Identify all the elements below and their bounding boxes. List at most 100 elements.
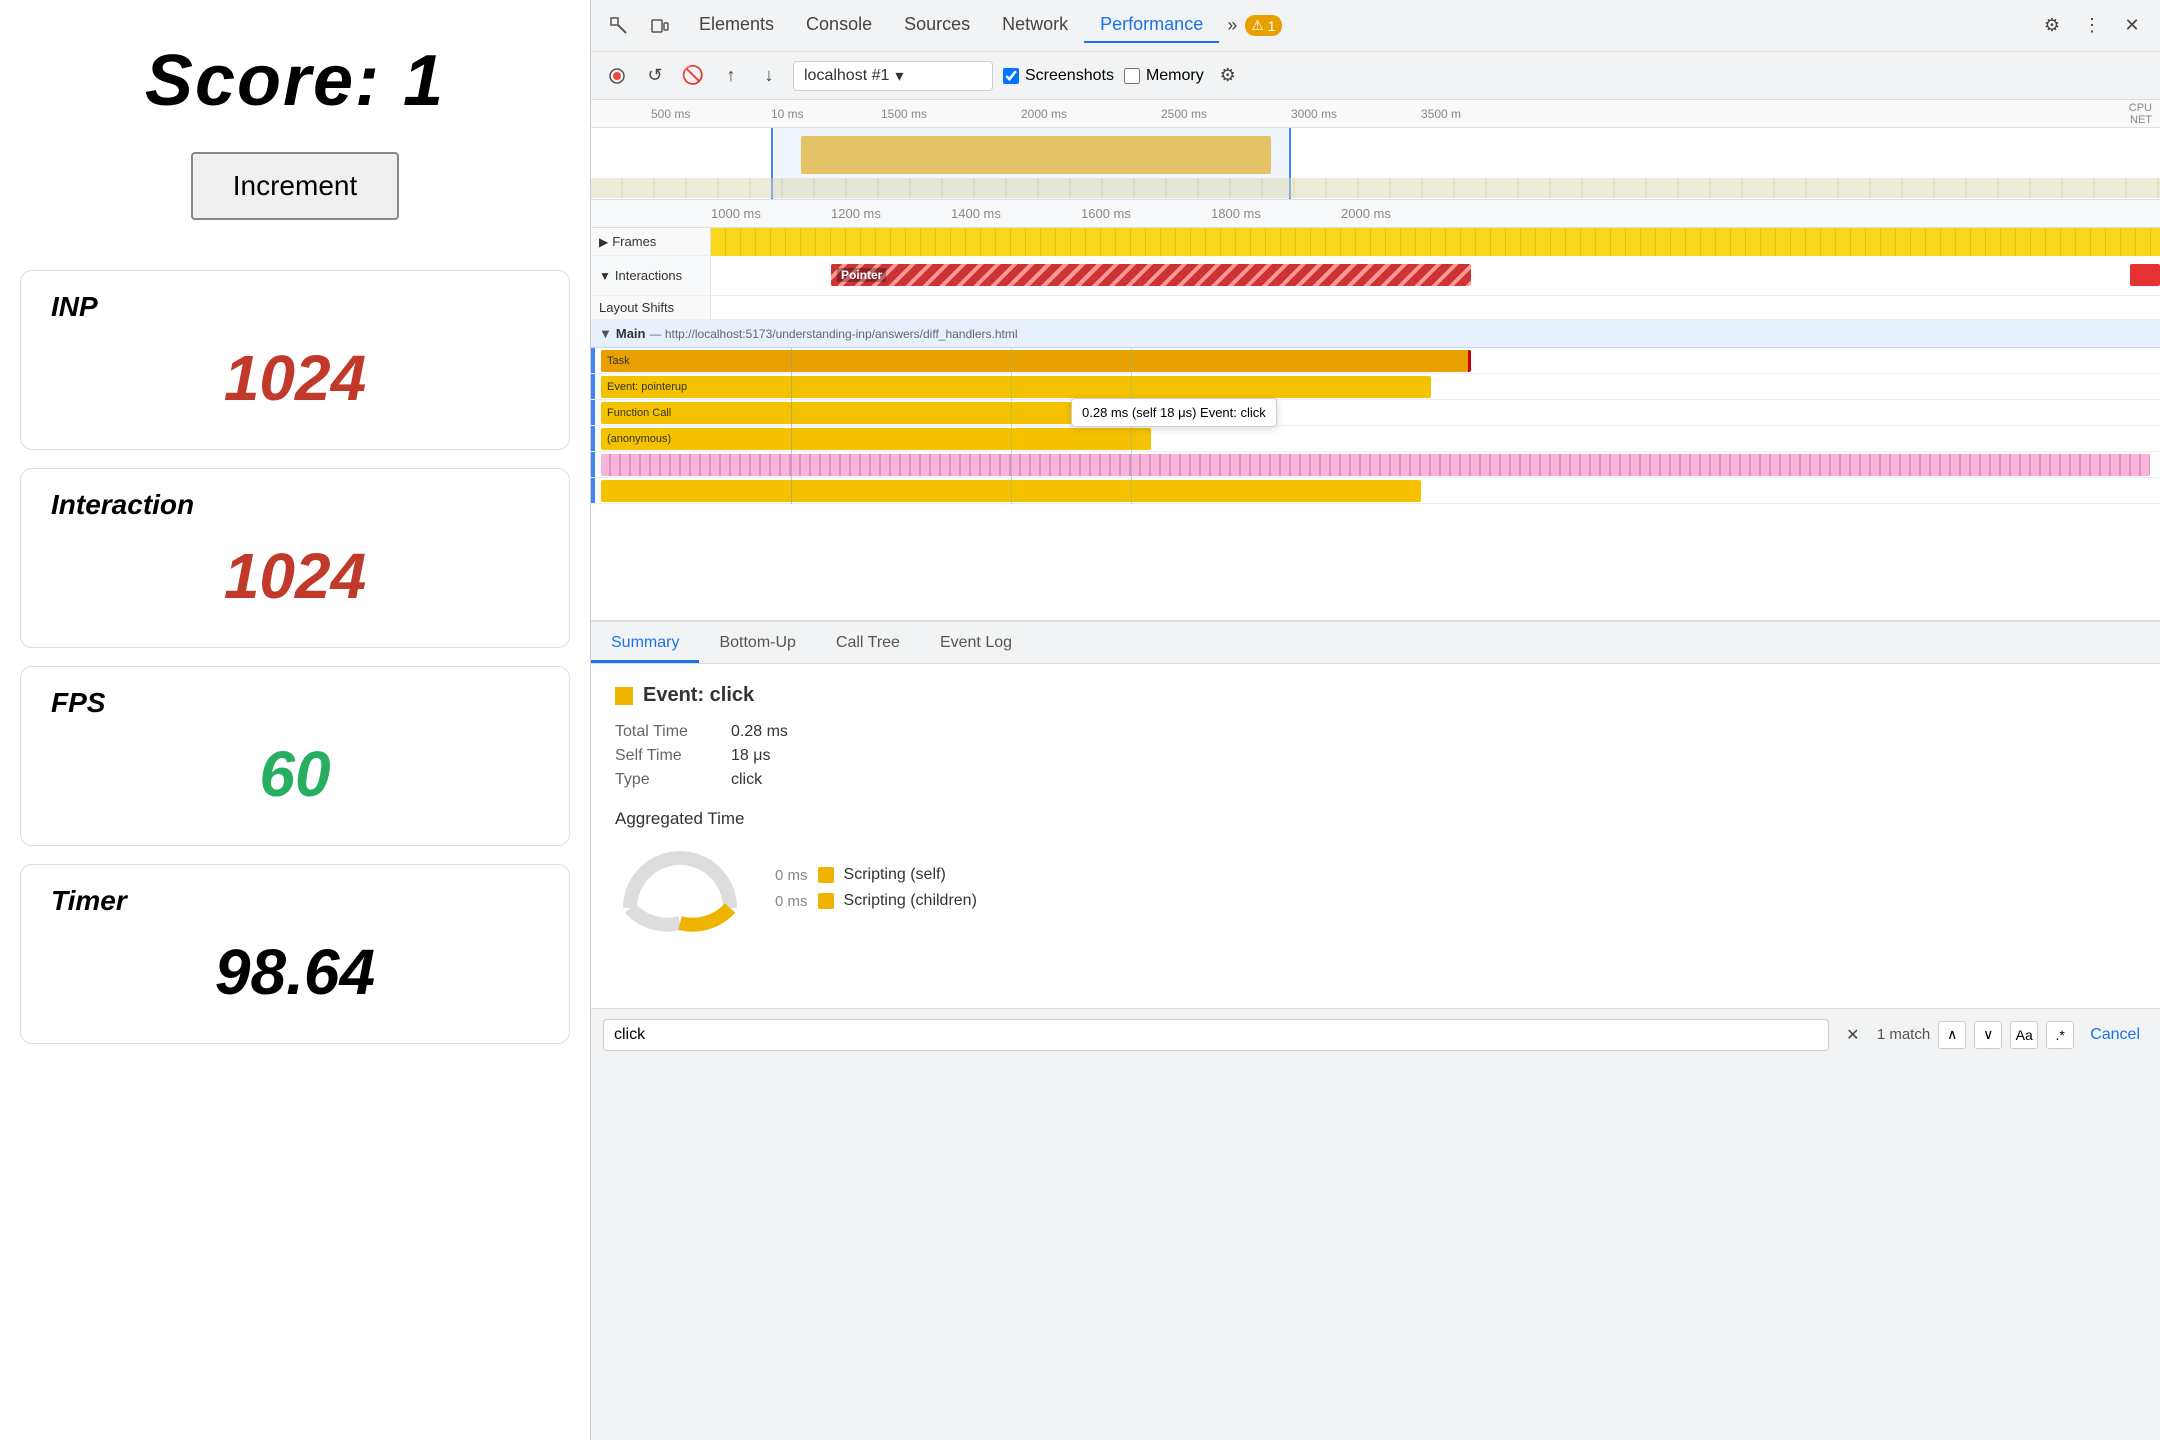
layout-shifts-track: Layout Shifts [591,296,2160,320]
tick-2000ms: 2000 ms [1341,206,1391,221]
anonymous-bar[interactable]: (anonymous) [601,428,1151,450]
record-btn[interactable] [603,62,631,90]
tick-1600ms: 1600 ms [1081,206,1131,221]
pointerup-row: Event: pointerup [591,374,2160,400]
settings-gear-btn[interactable]: ⚙ [2036,10,2068,42]
timeline-main[interactable]: 1000 ms 1200 ms 1400 ms 1600 ms 1800 ms … [591,200,2160,620]
interactions-expand-arrow[interactable]: ▼ [599,269,611,283]
upload-btn[interactable]: ↑ [717,62,745,90]
screenshots-strip [591,178,2160,198]
reload-btn[interactable]: ↺ [641,62,669,90]
match-case-btn[interactable]: Aa [2010,1021,2038,1049]
increment-button[interactable]: Increment [191,152,400,220]
search-prev-btn[interactable]: ∧ [1938,1021,1966,1049]
main-thread-tasks: Task Event: pointerup Function Call [591,348,2160,504]
tab-bottom-up[interactable]: Bottom-Up [699,626,815,663]
tab-network[interactable]: Network [986,8,1084,43]
ruler-3500ms: 3500 m [1421,107,1461,121]
memory-checkbox[interactable] [1124,68,1140,84]
tab-elements[interactable]: Elements [683,8,790,43]
stats-table: Total Time 0.28 ms Self Time 18 μs Type … [615,723,2136,789]
search-next-btn[interactable]: ∨ [1974,1021,2002,1049]
self-time-key: Self Time [615,747,715,765]
interaction-card: Interaction 1024 [20,468,570,648]
memory-check: Memory [1124,67,1204,85]
tick-1800ms: 1800 ms [1211,206,1261,221]
warning-count: 1 [1268,18,1276,34]
ruler-1500ms: 1500 ms [881,107,927,121]
bottom-content: Event: click Total Time 0.28 ms Self Tim… [591,664,2160,1008]
timeline-overview[interactable]: 500 ms 10 ms 1500 ms 2000 ms 2500 ms 300… [591,100,2160,200]
perf-settings-btn[interactable]: ⚙ [1214,62,1242,90]
ruler-3000ms: 3000 ms [1291,107,1337,121]
search-input[interactable] [603,1019,1829,1051]
url-bar: localhost #1 ▾ [793,61,993,91]
download-btn[interactable]: ↓ [755,62,783,90]
screenshots-checkbox[interactable] [1003,68,1019,84]
frames-label: ▶ Frames [591,228,711,255]
scripting-children-label: Scripting (children) [844,892,977,910]
function-call-tooltip: 0.28 ms (self 18 μs) Event: click [1071,398,1277,427]
main-thread-label: Main [616,326,646,341]
url-dropdown-icon[interactable]: ▾ [895,66,903,86]
tab-console[interactable]: Console [790,8,888,43]
perf-toolbar: ↺ 🚫 ↑ ↓ localhost #1 ▾ Screenshots Memor… [591,52,2160,100]
tick-1000ms: 1000 ms [711,206,761,221]
cpu-label: CPU [2129,102,2152,114]
donut-chart [615,843,745,933]
tooltip-text: 0.28 ms (self 18 μs) Event: click [1082,405,1266,420]
clear-btn[interactable]: 🚫 [679,62,707,90]
collapse-arrow[interactable]: ▼ [599,326,612,341]
regex-btn[interactable]: .* [2046,1021,2074,1049]
ruler-2000ms: 2000 ms [1021,107,1067,121]
aggregated-title: Aggregated Time [615,809,2136,829]
memory-label: Memory [1146,67,1204,85]
score-title: Score: 1 [145,40,445,122]
tab-event-log[interactable]: Event Log [920,626,1032,663]
pointer-label: Pointer [837,268,886,282]
search-clear-btn[interactable]: ✕ [1837,1019,1869,1051]
pointer-bar[interactable]: Pointer [831,264,1471,286]
more-options-btn[interactable]: ⋮ [2076,10,2108,42]
pointerup-label: Event: pointerup [607,381,687,393]
pink-bar [601,454,2150,476]
more-tabs-btn[interactable]: » [1219,9,1245,42]
scripting-self-color [818,867,834,883]
tab-performance[interactable]: Performance [1084,8,1219,43]
tick-1400ms: 1400 ms [951,206,1001,221]
scripting-children-value: 0 ms [775,893,808,910]
score-value: 1 [403,41,445,121]
warning-badge: ⚠ 1 [1245,15,1281,36]
timer-card: Timer 98.64 [20,864,570,1044]
layout-shifts-label: Layout Shifts [591,296,711,319]
pink-bars-row [591,452,2160,478]
timeline-tracks[interactable]: ▶ Frames ▼ Interactions Pointer [591,228,2160,620]
close-devtools-btn[interactable]: ✕ [2116,10,2148,42]
anonymous-row: (anonymous) [591,426,2160,452]
pointerup-bar[interactable]: Event: pointerup [601,376,1431,398]
inspect-element-btn[interactable] [603,10,635,42]
legend-scripting-self: 0 ms Scripting (self) [775,866,977,884]
task-bar[interactable]: Task [601,350,1471,372]
inp-label: INP [51,291,539,323]
ruler-1000ms: 10 ms [771,107,804,121]
tab-summary[interactable]: Summary [591,626,699,663]
type-val: click [731,771,762,789]
tick-1200ms: 1200 ms [831,206,881,221]
total-time-key: Total Time [615,723,715,741]
frames-label-text: Frames [612,234,656,249]
left-panel: Score: 1 Increment INP 1024 Interaction … [0,0,590,1440]
tab-sources[interactable]: Sources [888,8,986,43]
search-cancel-btn[interactable]: Cancel [2082,1022,2148,1048]
device-toggle-btn[interactable] [643,10,675,42]
main-thread-header: ▼ Main — http://localhost:5173/understan… [591,320,2160,348]
marker-2 [1011,348,1012,504]
tab-call-tree[interactable]: Call Tree [816,626,920,663]
screenshots-label: Screenshots [1025,67,1114,85]
scripting-children-color [818,893,834,909]
frames-expand-arrow[interactable]: ▶ [599,235,608,249]
layout-shifts-label-text: Layout Shifts [599,300,674,315]
self-time-val: 18 μs [731,747,770,765]
legend-items: 0 ms Scripting (self) 0 ms Scripting (ch… [775,866,977,910]
event-click-title: Event: click [643,684,754,707]
